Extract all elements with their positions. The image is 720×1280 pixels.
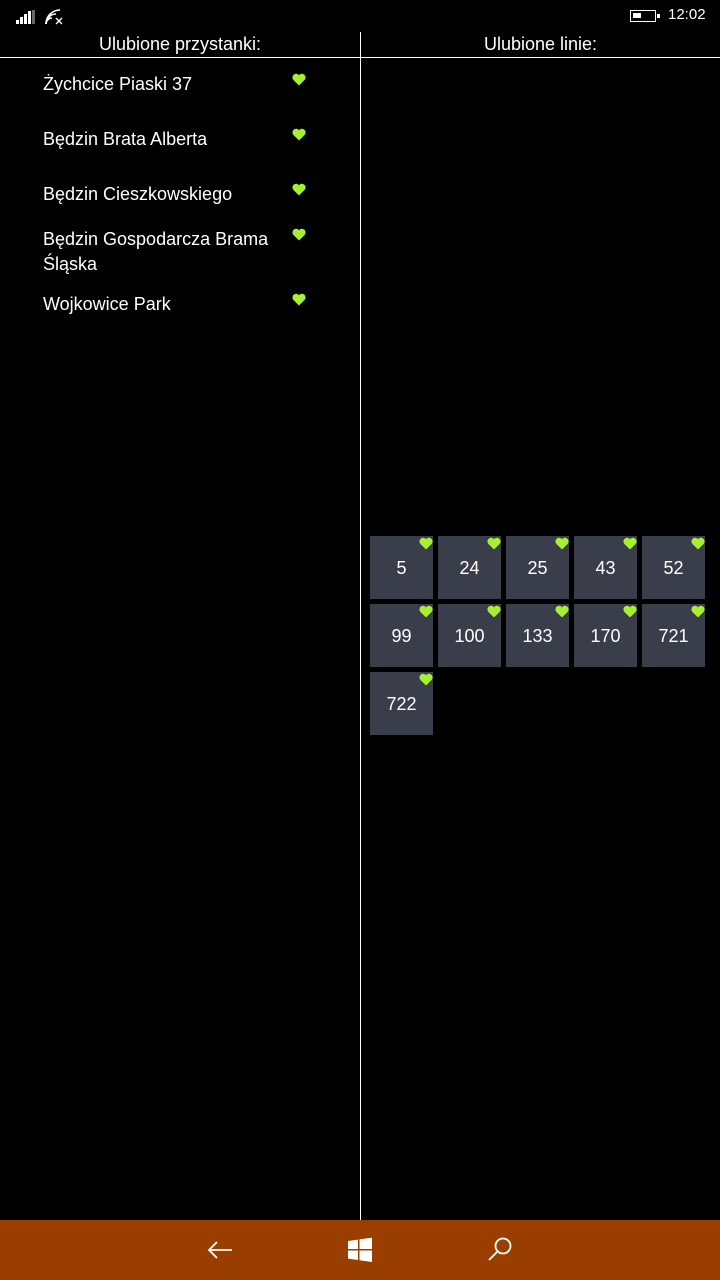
signal-icon	[16, 10, 36, 24]
heart-icon[interactable]	[623, 605, 637, 618]
line-number: 24	[459, 558, 480, 578]
heart-icon[interactable]	[691, 537, 705, 550]
column-divider	[360, 32, 361, 1220]
line-number: 99	[391, 626, 412, 646]
line-tile[interactable]: 722	[370, 672, 433, 735]
line-tile[interactable]: 721	[642, 604, 705, 667]
line-number: 5	[396, 558, 407, 578]
stop-name: Żychcice Piaski 37	[43, 74, 193, 94]
line-number: 722	[386, 694, 417, 714]
windows-logo-icon[interactable]	[345, 1235, 375, 1265]
stop-name: Będzin Gospodarcza Brama Śląska	[43, 229, 269, 274]
heart-icon[interactable]	[555, 537, 569, 550]
navigation-bar	[0, 1220, 720, 1280]
heart-icon[interactable]	[419, 537, 433, 550]
line-tile[interactable]: 25	[506, 536, 569, 599]
heart-icon[interactable]	[623, 537, 637, 550]
stop-name: Wojkowice Park	[43, 294, 171, 314]
line-number: 43	[595, 558, 616, 578]
heart-icon[interactable]	[691, 605, 705, 618]
stops-header: Ulubione przystanki:	[98, 34, 262, 54]
line-number: 133	[522, 626, 553, 646]
heart-icon[interactable]	[292, 228, 306, 241]
wifi-icon	[44, 8, 64, 26]
status-bar: 12:02	[0, 0, 720, 32]
heart-icon[interactable]	[555, 605, 569, 618]
line-tile[interactable]: 99	[370, 604, 433, 667]
line-number: 25	[527, 558, 548, 578]
heart-icon[interactable]	[292, 73, 306, 86]
stop-name: Będzin Brata Alberta	[43, 129, 208, 149]
search-icon[interactable]	[485, 1235, 515, 1265]
line-tile[interactable]: 5	[370, 536, 433, 599]
stop-name: Będzin Cieszkowskiego	[43, 184, 233, 204]
heart-icon[interactable]	[487, 605, 501, 618]
heart-icon[interactable]	[292, 183, 306, 196]
line-tile[interactable]: 43	[574, 536, 637, 599]
line-number: 170	[590, 626, 621, 646]
heart-icon[interactable]	[419, 605, 433, 618]
line-number: 721	[658, 626, 689, 646]
line-number: 100	[454, 626, 485, 646]
heart-icon[interactable]	[487, 537, 501, 550]
line-tile[interactable]: 100	[438, 604, 501, 667]
line-tile[interactable]: 24	[438, 536, 501, 599]
clock: 12:02	[668, 6, 706, 23]
heart-icon[interactable]	[292, 128, 306, 141]
back-arrow-icon[interactable]	[205, 1235, 235, 1265]
lines-header: Ulubione linie:	[483, 34, 598, 54]
line-number: 52	[663, 558, 684, 578]
line-tile[interactable]: 170	[574, 604, 637, 667]
line-tile[interactable]: 133	[506, 604, 569, 667]
line-tile[interactable]: 52	[642, 536, 705, 599]
battery-icon	[630, 10, 660, 22]
app-root: 12:02 Ulubione przystanki: Ulubione lini…	[0, 0, 720, 1280]
heart-icon[interactable]	[419, 673, 433, 686]
heart-icon[interactable]	[292, 293, 306, 306]
